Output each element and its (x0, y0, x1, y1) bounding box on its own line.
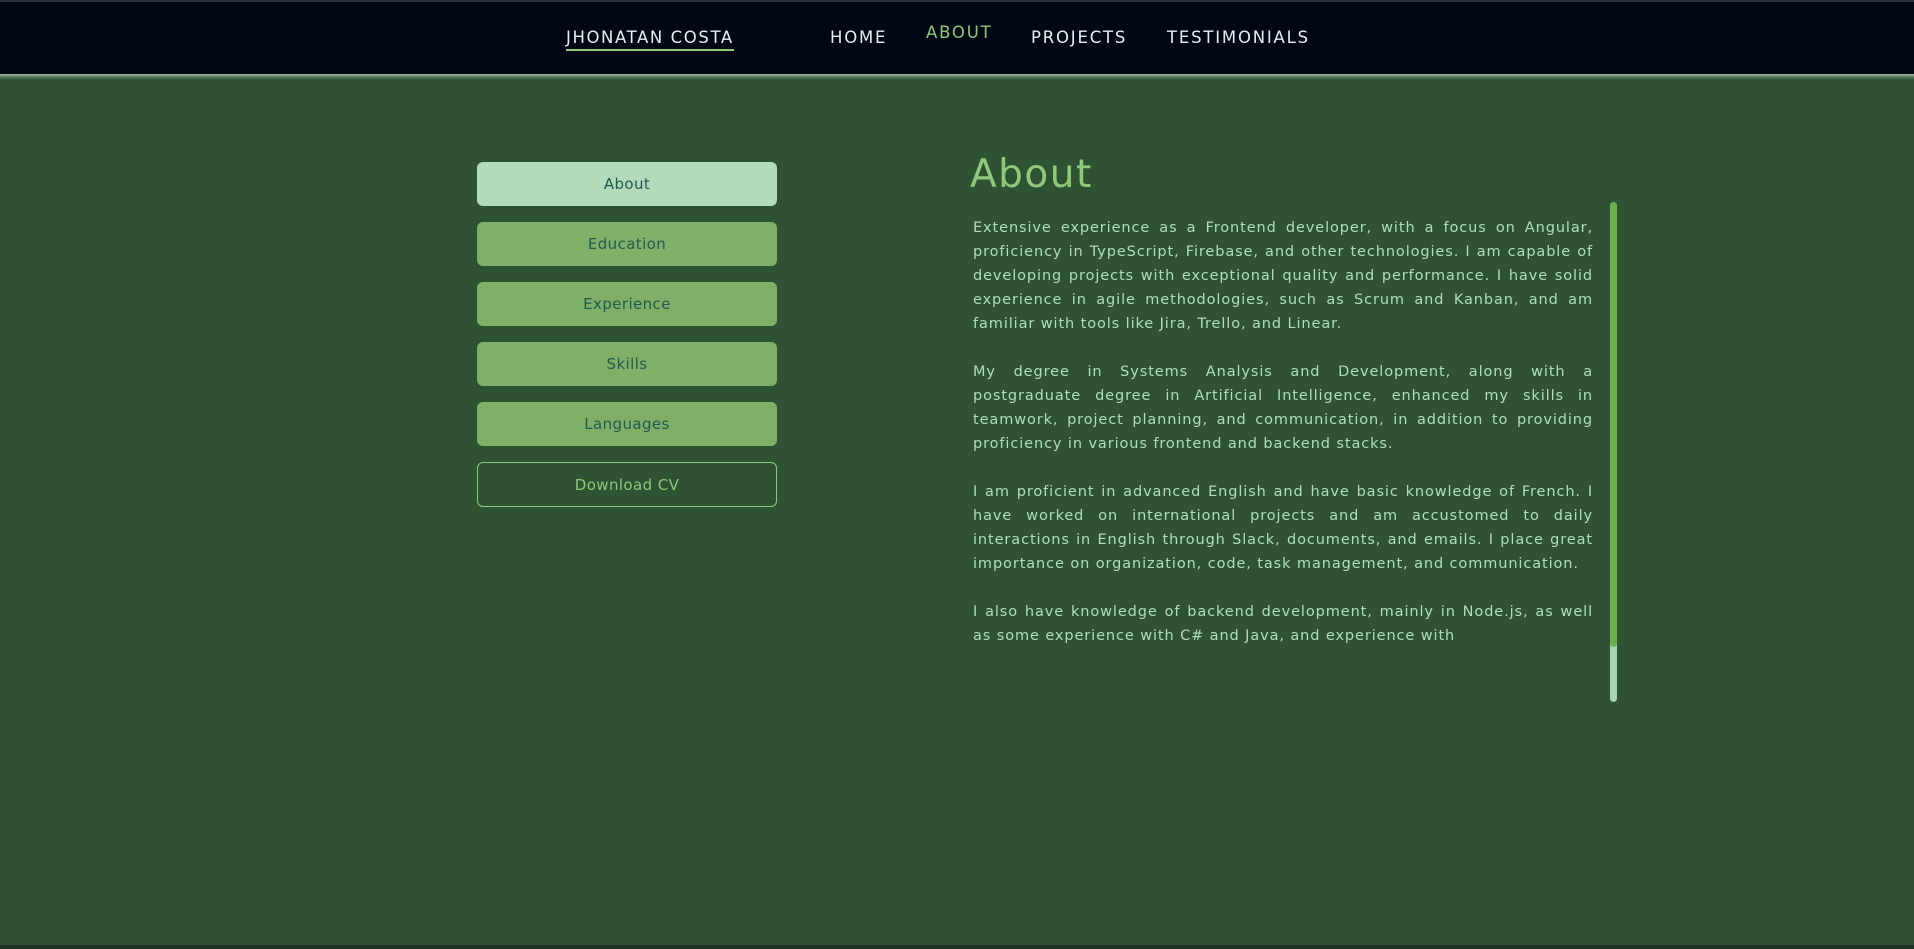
navbar-divider (0, 74, 1914, 80)
nav-projects[interactable]: PROJECTS (1031, 28, 1127, 47)
top-navbar: JHONATAN COSTA HOME ABOUT PROJECTS TESTI… (0, 0, 1914, 74)
about-paragraph: I am proficient in advanced English and … (973, 484, 1593, 572)
nav-home[interactable]: HOME (830, 28, 887, 47)
sidebar-button-experience[interactable]: Experience (477, 282, 777, 326)
about-paragraph: I also have knowledge of backend develop… (973, 604, 1593, 644)
sidebar-button-languages[interactable]: Languages (477, 402, 777, 446)
scrollbar-thumb[interactable] (1610, 202, 1617, 647)
download-cv-button[interactable]: Download CV (477, 462, 777, 507)
about-paragraph: Extensive experience as a Frontend devel… (973, 220, 1593, 332)
about-text-scroll-area[interactable]: Extensive experience as a Frontend devel… (973, 216, 1593, 700)
sidebar-button-skills[interactable]: Skills (477, 342, 777, 386)
nav-testimonials[interactable]: TESTIMONIALS (1167, 28, 1310, 47)
sidebar-button-education[interactable]: Education (477, 222, 777, 266)
brand-logo-link[interactable]: JHONATAN COSTA (566, 28, 734, 51)
nav-about[interactable]: ABOUT (926, 23, 992, 42)
section-title: About (970, 152, 1093, 197)
page-bottom-edge (0, 945, 1914, 949)
about-paragraph: My degree in Systems Analysis and Develo… (973, 364, 1593, 452)
sidebar-button-about[interactable]: About (477, 162, 777, 206)
scrollbar-track[interactable] (1610, 202, 1617, 702)
